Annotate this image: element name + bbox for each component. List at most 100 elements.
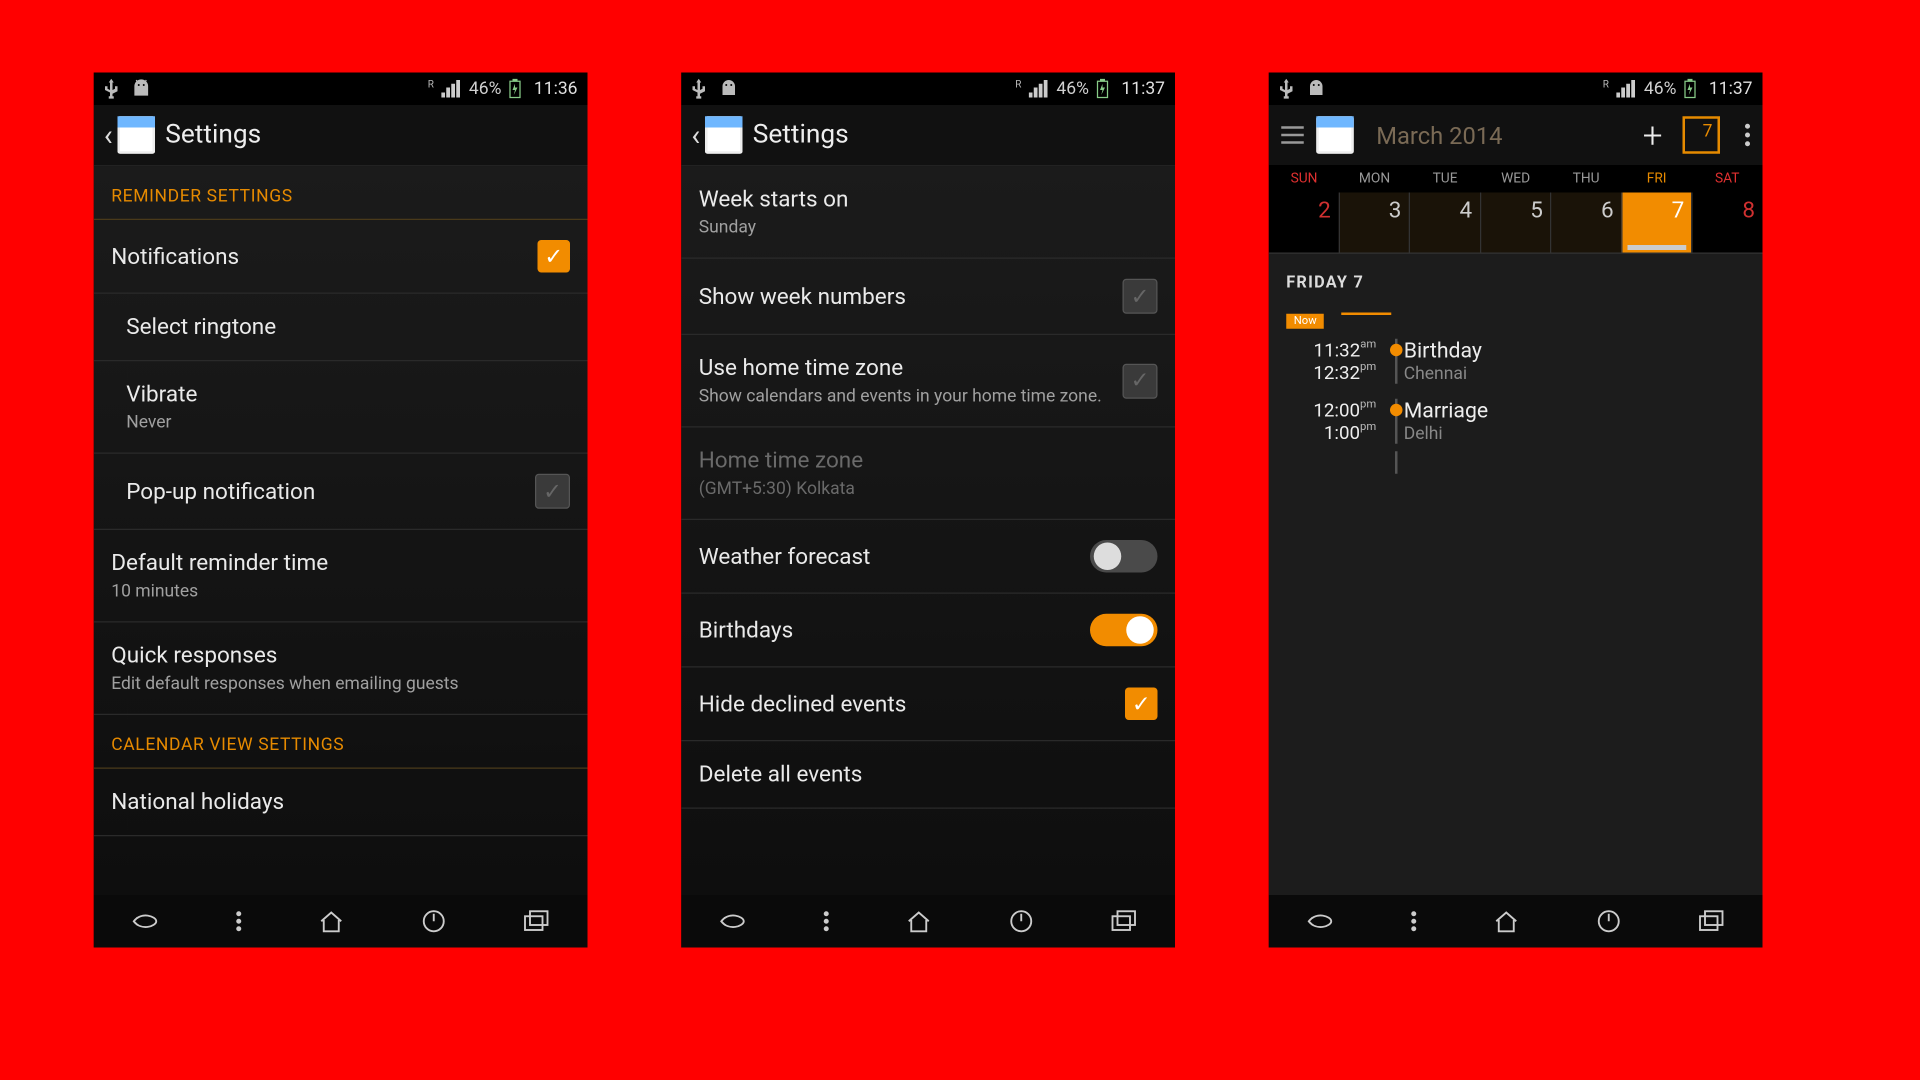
battery-percent: 46% <box>469 79 502 99</box>
screenshot-3: R 46% 11:37 March 2014 + 7 SUN MON TUE W… <box>1269 73 1763 948</box>
event-title: Birthday <box>1404 339 1482 364</box>
add-event-icon[interactable]: + <box>1643 114 1663 155</box>
calendar-app-icon[interactable] <box>1316 116 1354 154</box>
android-icon <box>1306 79 1326 99</box>
screen-title: Settings <box>753 120 849 150</box>
nav-home-icon[interactable] <box>906 909 934 934</box>
section-reminder-settings: REMINDER SETTINGS <box>94 166 588 220</box>
signal-icon <box>1616 80 1636 98</box>
settings-list: Week starts on Sunday Show week numbers … <box>681 166 1175 895</box>
event-times: 12:00pm1:00pm <box>1286 399 1389 444</box>
checkbox-home-tz[interactable]: ✓ <box>1123 363 1158 398</box>
date-cell-tue[interactable]: 4 <box>1409 193 1480 253</box>
checkbox-notifications[interactable]: ✓ <box>538 240 571 273</box>
status-clock: 11:37 <box>1709 79 1753 99</box>
nav-power-icon[interactable] <box>1009 909 1034 934</box>
row-notifications[interactable]: Notifications ✓ <box>94 220 588 294</box>
screenshot-2: R 46% 11:37 ‹ Settings Week starts on Su… <box>681 73 1175 948</box>
battery-percent: 46% <box>1644 79 1677 99</box>
checkbox-popup[interactable]: ✓ <box>535 474 570 509</box>
checkbox-hide-declined[interactable]: ✓ <box>1125 688 1158 721</box>
checkbox-week-numbers[interactable]: ✓ <box>1123 279 1158 314</box>
android-icon <box>719 79 739 99</box>
signal-icon <box>441 80 461 98</box>
date-cell-mon[interactable]: 3 <box>1338 193 1409 253</box>
status-bar: R 46% 11:37 <box>1269 73 1763 106</box>
row-delete-all-events[interactable]: Delete all events <box>681 741 1175 809</box>
day-heading: FRIDAY 7 <box>1269 254 1763 305</box>
row-show-week-numbers[interactable]: Show week numbers ✓ <box>681 259 1175 335</box>
status-bar: R 46% 11:37 <box>681 73 1175 106</box>
nav-back-icon[interactable] <box>132 911 160 931</box>
usb-icon <box>1279 79 1294 99</box>
nav-bar <box>94 895 588 948</box>
screen-title: Settings <box>165 120 261 150</box>
row-weather-forecast[interactable]: Weather forecast <box>681 520 1175 594</box>
nav-back-icon[interactable] <box>719 911 747 931</box>
event-timeline-marker <box>1389 399 1404 444</box>
date-cell-fri-today[interactable]: 7 <box>1621 193 1692 253</box>
section-calendar-view: CALENDAR VIEW SETTINGS <box>94 715 588 769</box>
date-cell-wed[interactable]: 5 <box>1480 193 1551 253</box>
event-timeline-marker <box>1389 339 1404 384</box>
dow-thu: THU <box>1551 165 1622 193</box>
switch-birthdays[interactable] <box>1090 614 1158 647</box>
row-default-reminder[interactable]: Default reminder time 10 minutes <box>94 530 588 623</box>
nav-power-icon[interactable] <box>1596 909 1621 934</box>
week-dow-header: SUN MON TUE WED THU FRI SAT <box>1269 165 1763 193</box>
date-cell-thu[interactable]: 6 <box>1550 193 1621 253</box>
row-home-tz: Home time zone (GMT+5:30) Kolkata <box>681 428 1175 521</box>
agenda-event[interactable]: 12:00pm1:00pmMarriageDelhi <box>1269 391 1763 451</box>
row-hide-declined[interactable]: Hide declined events ✓ <box>681 668 1175 742</box>
nav-menu-icon[interactable] <box>822 910 830 933</box>
dow-fri: FRI <box>1621 165 1692 193</box>
calendar-app-icon[interactable] <box>118 116 156 154</box>
action-bar: ‹ Settings <box>94 105 588 166</box>
month-title[interactable]: March 2014 <box>1376 121 1630 150</box>
back-icon[interactable]: ‹ <box>689 118 703 153</box>
date-cell-sat[interactable]: 8 <box>1692 193 1763 253</box>
row-week-starts[interactable]: Week starts on Sunday <box>681 166 1175 259</box>
nav-power-icon[interactable] <box>421 909 446 934</box>
row-use-home-tz[interactable]: Use home time zone Show calendars and ev… <box>681 335 1175 428</box>
row-popup-notification[interactable]: Pop-up notification ✓ <box>94 454 588 530</box>
dow-mon: MON <box>1339 165 1410 193</box>
row-birthdays[interactable]: Birthdays <box>681 594 1175 668</box>
nav-recent-icon[interactable] <box>1110 910 1138 933</box>
event-location: Delhi <box>1404 424 1488 444</box>
nav-recent-icon[interactable] <box>522 910 550 933</box>
status-clock: 11:37 <box>1121 79 1165 99</box>
row-select-ringtone[interactable]: Select ringtone <box>94 294 588 362</box>
calendar-app-icon[interactable] <box>705 116 743 154</box>
today-button[interactable]: 7 <box>1683 116 1721 154</box>
row-national-holidays[interactable]: National holidays <box>94 769 588 837</box>
row-vibrate[interactable]: Vibrate Never <box>94 361 588 454</box>
now-indicator: Now <box>1286 305 1762 329</box>
nav-back-icon[interactable] <box>1307 911 1335 931</box>
switch-weather[interactable] <box>1090 540 1158 573</box>
row-quick-responses[interactable]: Quick responses Edit default responses w… <box>94 623 588 716</box>
battery-charging-icon <box>1096 79 1109 99</box>
signal-icon <box>1029 80 1049 98</box>
status-clock: 11:36 <box>534 79 578 99</box>
dow-tue: TUE <box>1410 165 1481 193</box>
dow-sat: SAT <box>1692 165 1763 193</box>
nav-home-icon[interactable] <box>1493 909 1521 934</box>
status-bar: R 46% 11:36 <box>94 73 588 106</box>
event-times: 11:32am12:32pm <box>1286 339 1389 384</box>
screenshot-1: R 46% 11:36 ‹ Settings REMINDER SETTINGS… <box>94 73 588 948</box>
action-bar: ‹ Settings <box>681 105 1175 166</box>
back-icon[interactable]: ‹ <box>101 118 115 153</box>
date-cell-sun[interactable]: 2 <box>1269 193 1338 253</box>
nav-recent-icon[interactable] <box>1697 910 1725 933</box>
overflow-menu-icon[interactable] <box>1745 124 1750 147</box>
nav-menu-icon[interactable] <box>1410 910 1418 933</box>
battery-charging-icon <box>1684 79 1697 99</box>
agenda-event[interactable]: 11:32am12:32pmBirthdayChennai <box>1269 331 1763 391</box>
nav-home-icon[interactable] <box>318 909 346 934</box>
nav-bar <box>1269 895 1763 948</box>
android-icon <box>131 79 151 99</box>
nav-menu-icon[interactable] <box>235 910 243 933</box>
battery-percent: 46% <box>1056 79 1089 99</box>
drawer-icon[interactable] <box>1281 126 1304 144</box>
